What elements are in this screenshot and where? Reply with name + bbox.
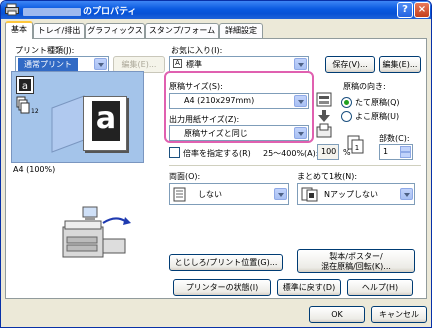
document-icon [173, 187, 187, 202]
restore-defaults-button[interactable]: 標準に戻す(D) [277, 279, 341, 296]
tab-graphics[interactable]: グラフィックス [85, 23, 145, 38]
favorites-select[interactable]: A 標準 [169, 56, 309, 72]
document-icon: A [173, 59, 182, 68]
arrow-down-icon [317, 109, 331, 123]
cancel-button[interactable]: キャンセル [371, 306, 427, 323]
printer-name-redacted [23, 7, 81, 16]
help-button[interactable]: ヘルプ(H) [347, 279, 413, 296]
tab-advanced[interactable]: 詳細設定 [219, 23, 263, 38]
favorites-edit-button[interactable]: 編集(E)... [379, 56, 421, 73]
favorites-save-button[interactable]: 保存(V)... [325, 56, 375, 73]
output-size-select[interactable]: 原稿サイズと同じ [169, 125, 309, 141]
properties-window: のプロパティ ? × 基本 トレイ/排出 グラフィックス スタンプ/フォーム 詳… [0, 0, 432, 328]
tab-stamp-form[interactable]: スタンプ/フォーム [145, 23, 219, 38]
ok-button[interactable]: OK [309, 306, 365, 323]
orientation-label: 原稿の向き: [343, 82, 386, 91]
chevron-down-icon [294, 127, 307, 139]
duplex-select[interactable]: しない [169, 183, 289, 205]
scale-unit: % [343, 148, 351, 157]
print-type-select[interactable]: 通常プリント [15, 56, 109, 72]
title-bar[interactable]: のプロパティ ? × [1, 1, 431, 19]
orientation-landscape-label[interactable]: よこ原稿(U) [355, 111, 399, 122]
preview-letter: a [92, 101, 120, 141]
help-title-button[interactable]: ? [397, 2, 413, 18]
tab-tray-output[interactable]: トレイ/排出 [33, 23, 85, 38]
pages-icon [301, 187, 319, 202]
booklet-poster-button[interactable]: 製本/ポスター/ 混在原稿/回転(K)... [297, 249, 415, 273]
scale-input[interactable]: 100 [317, 144, 339, 160]
output-size-label: 出力用紙サイズ(Z): [169, 115, 240, 124]
chevron-down-icon [94, 58, 107, 70]
copies-label: 部数(C): [379, 134, 410, 143]
scale-range-label: 25〜400%(A): [263, 149, 319, 158]
original-size-select[interactable]: A4 (210x297mm) [169, 93, 309, 109]
orientation-landscape-radio[interactable] [341, 111, 352, 122]
copies-spinner[interactable]: 1 [379, 144, 413, 160]
binding-position-button[interactable]: とじしろ/プリント位置(G)... [169, 254, 283, 271]
spin-down-button[interactable] [400, 152, 411, 158]
printer-illustration [59, 203, 141, 263]
close-button[interactable]: × [414, 2, 430, 18]
scale-label[interactable]: 倍率を指定する(R) [183, 148, 251, 159]
printer-status-button[interactable]: プリンターの状態(I) [173, 279, 271, 296]
nup-label: まとめて1枚(N): [297, 172, 358, 181]
separator [169, 165, 421, 166]
duplex-label: 両面(O): [169, 172, 201, 181]
printer-icon [5, 3, 19, 16]
paper-size-icon [315, 91, 333, 109]
favorites-label: お気に入り(I): [171, 46, 223, 55]
orientation-portrait-radio[interactable] [341, 97, 352, 108]
scale-checkbox[interactable] [169, 147, 180, 158]
orientation-portrait-label[interactable]: たて原稿(Q) [355, 97, 400, 108]
preview-sheet: a [83, 96, 127, 151]
svg-text:1: 1 [355, 144, 359, 152]
window-title: のプロパティ [23, 4, 136, 17]
nup-select[interactable]: Nアップしない [297, 183, 415, 205]
original-size-label: 原稿サイズ(S): [169, 82, 223, 91]
chevron-down-icon [274, 188, 287, 200]
chevron-down-icon [400, 188, 413, 200]
chevron-down-icon [294, 95, 307, 107]
chevron-down-icon [294, 58, 307, 70]
output-paper-icon [315, 123, 333, 141]
print-type-label: プリント種類(J): [15, 46, 75, 55]
preview-status: A4 (100%) [13, 165, 56, 174]
tab-basic[interactable]: 基本 [5, 21, 33, 39]
